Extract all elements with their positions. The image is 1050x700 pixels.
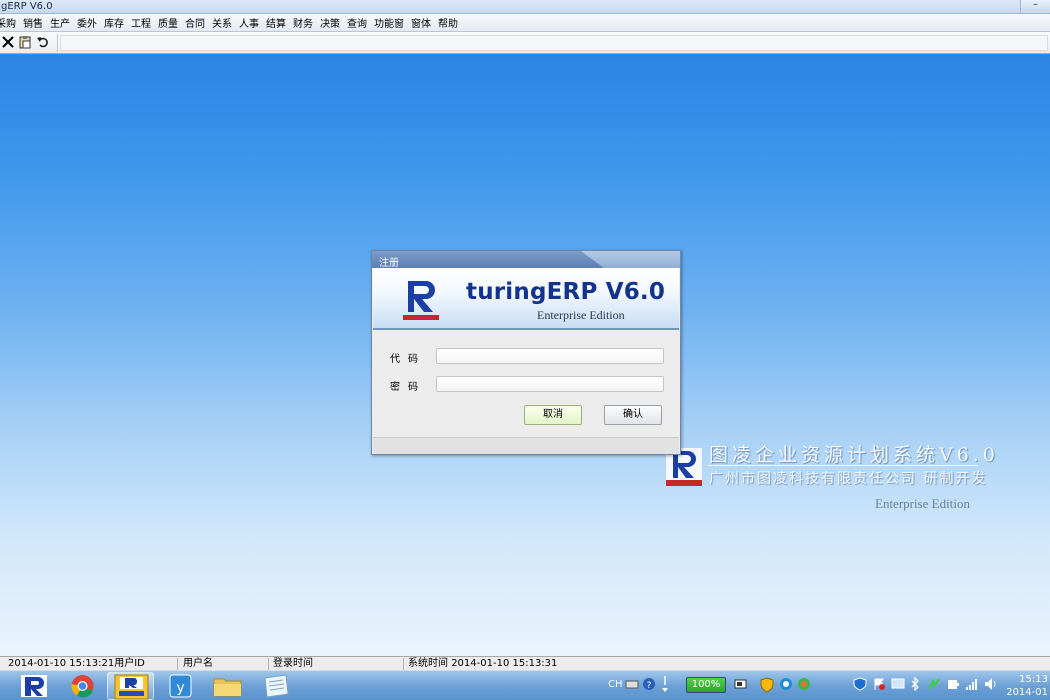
security-guard-icon[interactable] [797,677,811,694]
file-explorer-icon [213,678,242,697]
clock-time: 15:13 [1019,674,1048,685]
taskbar-notes-button[interactable] [252,672,299,700]
code-label: 代码 [390,354,426,365]
taskbar-turingerp-window-button[interactable] [107,672,154,700]
dialog-title: 注册 [379,258,399,269]
svg-text:y: y [176,680,184,696]
notes-icon [264,674,289,698]
network-shield-icon[interactable] [853,677,867,694]
menu-purchase[interactable]: 采购 [0,15,20,30]
menu-engineering[interactable]: 工程 [128,15,155,30]
taskbar-clock[interactable]: 15:13 2014-01 [1006,673,1048,699]
input-language-indicator[interactable]: CH [608,679,623,690]
undo-icon[interactable] [35,35,51,51]
windows-taskbar: y CH ? 100% 15:13 2014-01 [0,670,1050,700]
menu-finance[interactable]: 财务 [290,15,317,30]
login-form: 代码 密码 取消 确认 [373,332,679,437]
signal-icon[interactable] [965,677,979,694]
menu-quality[interactable]: 质量 [155,15,182,30]
action-center-flag-icon[interactable] [872,677,886,694]
dialog-titlebar: 注册 [372,251,680,269]
toolbar-empty-area [60,35,1048,51]
turingerp-window-icon [114,674,149,700]
clock-date: 2014-01 [1006,687,1048,698]
window-title: gERP V6.0 [1,1,53,12]
network-icon[interactable] [927,677,941,694]
menu-bar: 采购 销售 生产 委外 库存 工程 质量 合同 关系 人事 结算 财务 决策 查… [0,14,1050,32]
dialog-title-tab [372,251,604,268]
svg-text:?: ? [647,681,652,691]
menu-help[interactable]: 帮助 [435,15,462,30]
menu-decision[interactable]: 决策 [317,15,344,30]
menu-production[interactable]: 生产 [47,15,74,30]
menu-relations[interactable]: 关系 [209,15,236,30]
menu-window[interactable]: 窗体 [408,15,435,30]
menu-sales[interactable]: 销售 [20,15,47,30]
status-login-time: 登录时间 [271,658,404,670]
battery-plug-icon[interactable] [734,678,748,693]
help-icon[interactable]: ? [642,677,656,694]
ie-icon[interactable] [779,677,793,694]
taskbar-yinxiang-button[interactable]: y [157,672,204,700]
volume-icon[interactable] [984,677,998,694]
product-name: turingERP V6.0 [466,279,666,305]
password-label: 密码 [390,382,426,393]
password-input[interactable] [436,376,664,392]
code-input[interactable] [436,348,664,364]
ok-button[interactable]: 确认 [604,405,662,425]
status-login-datetime: 2014-01-10 15:13:21用户ID [6,658,178,670]
taskbar-file-explorer-button[interactable] [204,672,251,700]
login-dialog: 注册 turingERP V6.0 Enterprise Edition 代码 … [371,250,681,455]
dialog-footer [373,437,679,454]
bluetooth-icon[interactable] [910,676,920,694]
turingerp-icon [21,675,47,697]
power-icon[interactable] [946,677,960,694]
menu-hr[interactable]: 人事 [236,15,263,30]
toolbar-separator [57,34,59,52]
cancel-button[interactable]: 取消 [524,405,582,425]
turingerp-logo-icon [403,281,439,320]
watermark-title: 图凌企业资源计划系统V6.0 [709,444,999,466]
yinxiang-icon: y [169,674,192,698]
menu-function-window[interactable]: 功能窗 [371,15,408,30]
window-titlebar: gERP V6.0 – [0,0,1050,14]
status-system-time: 系统时间 2014-01-10 15:13:31 [408,658,558,669]
taskbar-turingerp-button[interactable] [10,672,57,700]
shield-icon[interactable] [760,677,774,696]
menu-query[interactable]: 查询 [344,15,371,30]
menu-inventory[interactable]: 库存 [101,15,128,30]
watermark-subtitle: 广州市图凌科技有限责任公司 研制开发 [709,471,988,487]
toolbar [0,32,1050,54]
status-bar: 2014-01-10 15:13:21用户ID 用户名 登录时间 系统时间 20… [0,656,1050,670]
close-icon[interactable] [0,35,16,51]
paste-icon[interactable] [17,35,33,51]
menu-contract[interactable]: 合同 [182,15,209,30]
dialog-banner: turingERP V6.0 Enterprise Edition [373,268,679,330]
status-username: 用户名 [181,658,269,670]
product-edition: Enterprise Edition [537,308,625,322]
menu-settlement[interactable]: 结算 [263,15,290,30]
watermark-edition: Enterprise Edition [875,496,970,511]
battery-indicator[interactable]: 100% [686,677,726,693]
watermark-divider [708,465,978,466]
display-icon[interactable] [891,677,905,694]
chrome-icon [71,675,94,698]
menu-outsourcing[interactable]: 委外 [74,15,101,30]
pen-options-icon[interactable] [660,675,670,696]
taskbar-chrome-button[interactable] [59,672,106,700]
minimize-button[interactable]: – [1020,0,1050,13]
keyboard-icon[interactable] [625,677,639,694]
